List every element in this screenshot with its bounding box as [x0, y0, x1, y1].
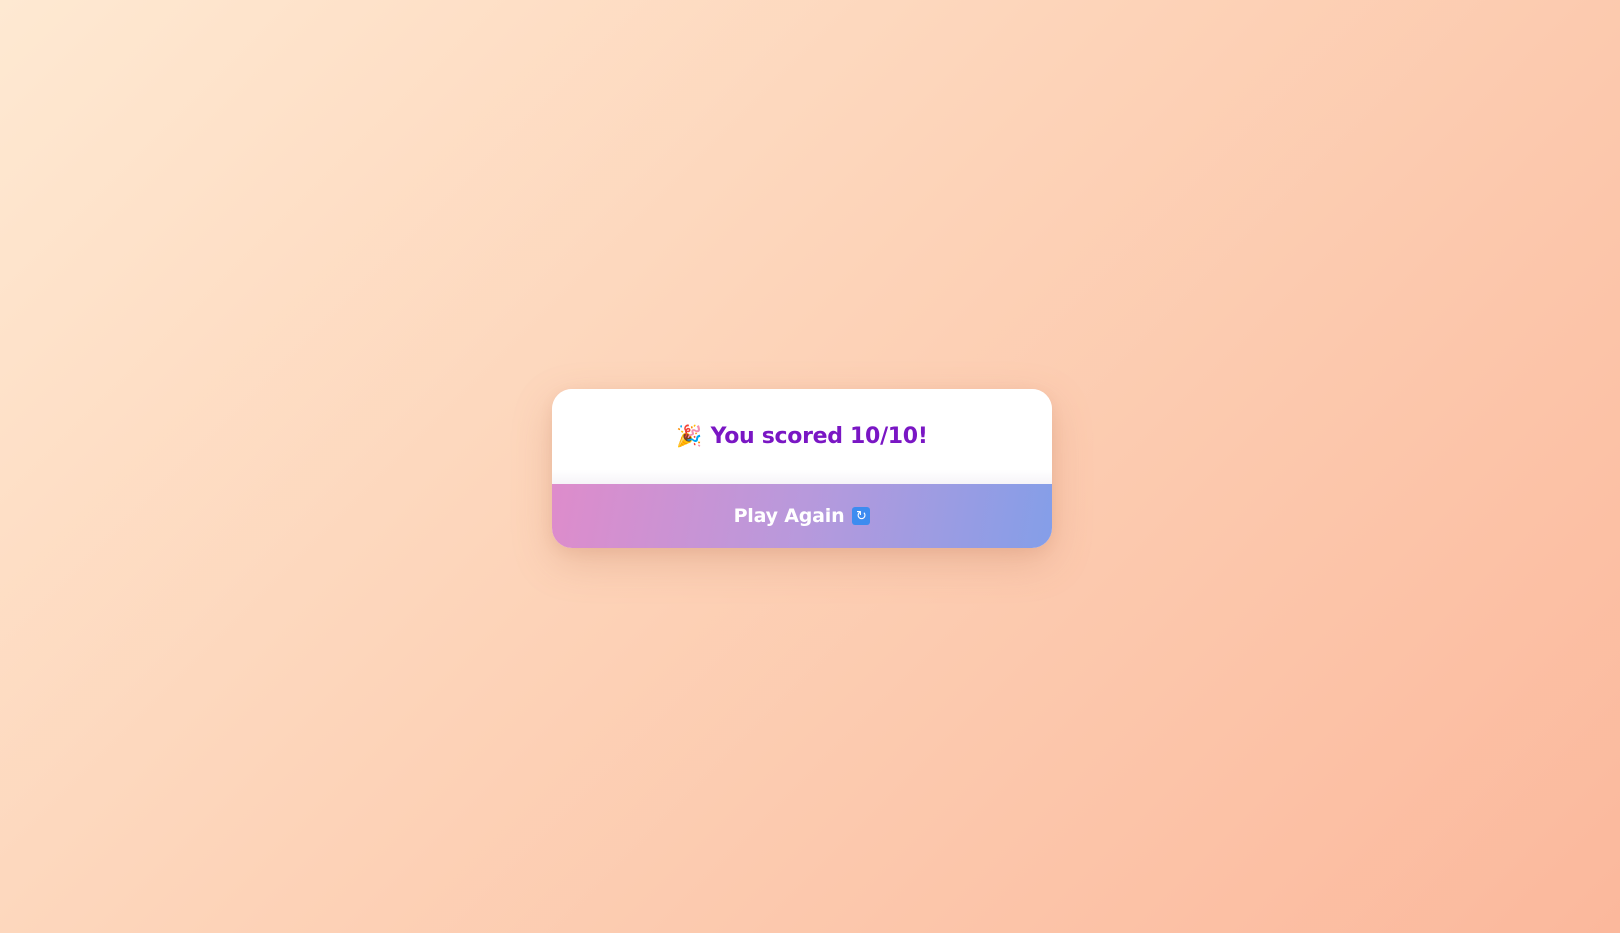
score-message: You scored 10/10! — [710, 424, 928, 449]
result-card: 🎉 You scored 10/10! Play Again ↻ — [552, 389, 1052, 548]
party-popper-icon: 🎉 — [676, 424, 703, 448]
play-again-label: Play Again — [733, 505, 845, 527]
refresh-icon: ↻ — [852, 507, 871, 525]
play-again-button[interactable]: Play Again ↻ — [552, 484, 1052, 548]
score-result: 🎉 You scored 10/10! — [552, 389, 1052, 484]
